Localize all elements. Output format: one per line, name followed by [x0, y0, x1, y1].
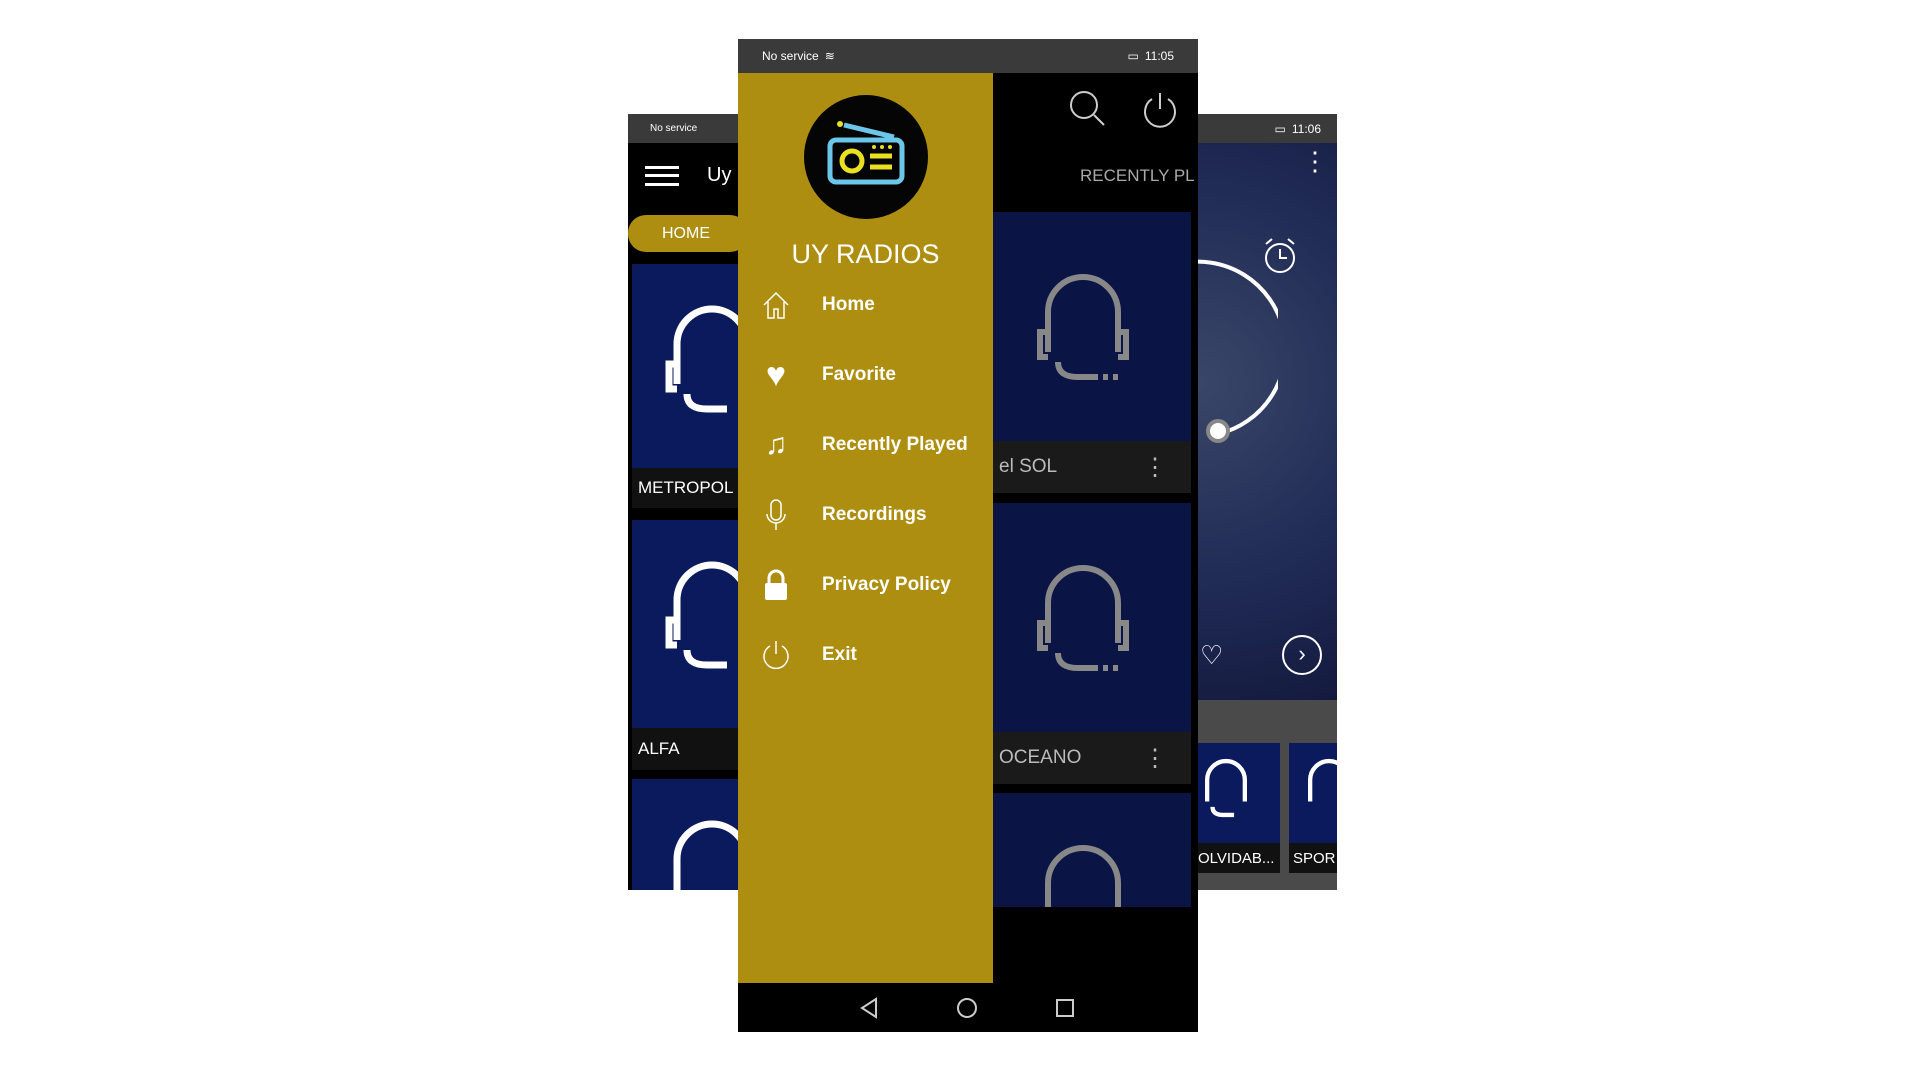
status-time: 11:06 — [1291, 121, 1321, 136]
headphones-icon — [665, 305, 738, 413]
home-icon — [756, 289, 796, 321]
headphones-icon — [1205, 759, 1247, 818]
station-card[interactable]: ALFA — [632, 520, 738, 770]
drawer-title: UY RADIOS — [791, 239, 940, 269]
station-card[interactable] — [993, 793, 1191, 907]
menu-item-home[interactable]: Home — [738, 280, 993, 330]
heart-icon: ♥ — [765, 355, 787, 394]
battery-icon: ▭ — [1127, 49, 1139, 63]
lock-icon — [756, 569, 796, 601]
station-card[interactable] — [632, 779, 738, 890]
tab-recently-played[interactable]: RECENTLY PL — [1080, 166, 1195, 186]
status-bar: No service — [628, 114, 738, 143]
more-options-icon[interactable]: ⋮ — [1143, 744, 1167, 773]
station-name: el SOL ⋮ — [993, 441, 1191, 493]
playback-progress-arc[interactable] — [1198, 254, 1278, 454]
station-card[interactable]: METROPOL — [632, 264, 738, 508]
battery-icon: ▭ — [1274, 121, 1286, 136]
status-bar: No service ≋ ▭ 11:05 — [738, 39, 1198, 73]
station-card[interactable]: OCEANO ⋮ — [993, 503, 1191, 784]
next-button[interactable]: › — [1282, 635, 1322, 675]
status-time: 11:05 — [1144, 49, 1174, 63]
station-name: SPOR — [1289, 843, 1337, 873]
more-options-icon[interactable]: ⋮ — [1143, 453, 1167, 482]
microphone-icon — [756, 498, 796, 532]
tab-home[interactable]: HOME — [628, 215, 738, 252]
menu-item-recently-played[interactable]: ♫ Recently Played — [738, 420, 993, 470]
search-icon[interactable] — [1068, 89, 1108, 129]
power-icon[interactable] — [1140, 89, 1180, 129]
headphones-icon — [1308, 759, 1337, 802]
headphones-icon — [1045, 845, 1121, 907]
station-card[interactable]: el SOL ⋮ — [993, 212, 1191, 493]
home-button[interactable] — [956, 997, 978, 1019]
station-name: OLVIDAB... — [1198, 843, 1280, 873]
station-name: OCEANO ⋮ — [993, 732, 1191, 784]
back-button[interactable] — [858, 997, 880, 1019]
status-bar: ▭ 11:06 — [1198, 114, 1337, 143]
music-note-icon: ♫ — [764, 428, 788, 461]
status-text: No service — [762, 49, 819, 63]
navigation-drawer: UY RADIOS Home ♥ Favorite ♫ Recently Playe… — [738, 73, 993, 983]
right-phone-screen: ▭ 11:06 ⋮ ♡ › OLVIDAB... SPOR — [1198, 114, 1337, 890]
menu-item-favorite[interactable]: ♥ Favorite — [738, 350, 993, 400]
status-text: No service — [650, 123, 698, 134]
favorite-heart-icon[interactable]: ♡ — [1200, 640, 1223, 671]
station-name: METROPOL — [632, 468, 738, 508]
radio-icon — [827, 121, 905, 185]
wifi-icon: ≋ — [824, 49, 835, 63]
menu-item-recordings[interactable]: Recordings — [738, 490, 993, 540]
power-icon — [756, 639, 796, 671]
app-title: Uy — [707, 164, 732, 186]
menu-item-exit[interactable]: Exit — [738, 630, 993, 680]
app-logo — [804, 95, 928, 219]
menu-item-privacy-policy[interactable]: Privacy Policy — [738, 560, 993, 610]
center-phone-screen: No service ≋ ▭ 11:05 E RECENTLY PL el SO… — [738, 39, 1198, 1032]
hamburger-menu-icon[interactable] — [645, 166, 679, 186]
headphones-icon — [665, 561, 738, 669]
alarm-clock-icon[interactable] — [1261, 236, 1299, 276]
station-name: ALFA — [632, 728, 738, 770]
station-card[interactable]: OLVIDAB... — [1198, 743, 1280, 873]
left-phone-screen: No service Uy HOME METROPOL ALFA — [628, 114, 738, 890]
headphones-icon — [1037, 565, 1129, 671]
recents-button[interactable] — [1054, 997, 1076, 1019]
station-card[interactable]: SPOR — [1289, 743, 1337, 873]
headphones-icon — [673, 820, 738, 890]
system-nav-bar — [738, 983, 1198, 1032]
headphones-icon — [1037, 274, 1129, 380]
more-options-icon[interactable]: ⋮ — [1302, 148, 1328, 174]
